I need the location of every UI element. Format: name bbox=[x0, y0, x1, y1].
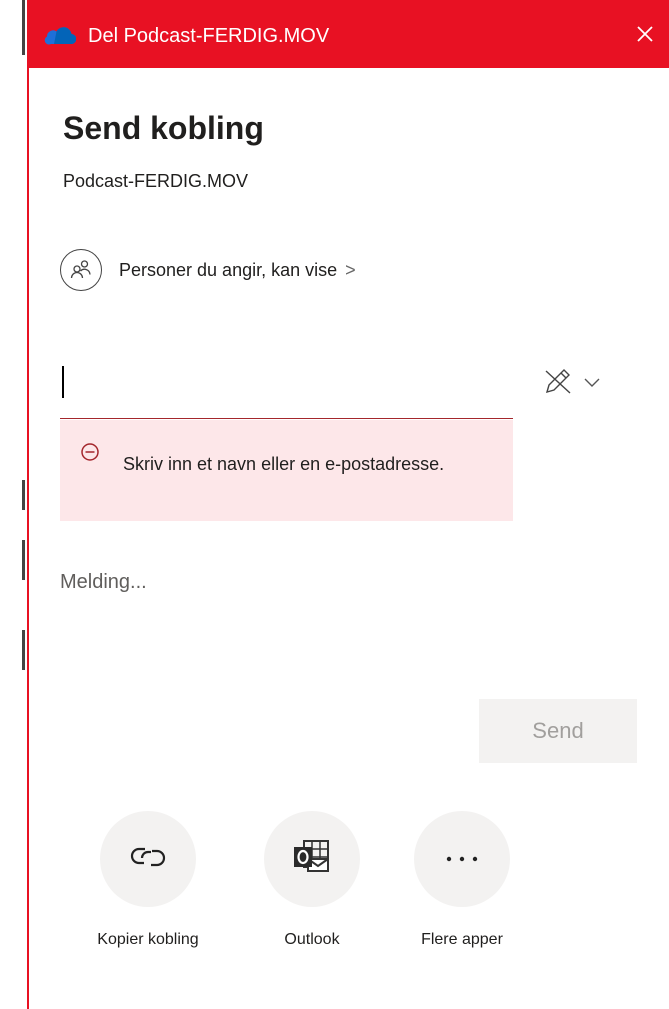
text-cursor bbox=[62, 366, 64, 398]
error-message: Skriv inn et navn eller en e-postadresse… bbox=[123, 454, 445, 474]
more-apps-button[interactable] bbox=[414, 811, 510, 907]
link-permission-setting[interactable]: Personer du angir, kan vise > bbox=[60, 249, 356, 291]
outlook-icon bbox=[292, 839, 332, 880]
close-button[interactable] bbox=[621, 16, 669, 56]
outlook-label: Outlook bbox=[284, 931, 340, 948]
window-title: Del Podcast-FERDIG.MOV bbox=[88, 25, 330, 47]
edge-mark bbox=[22, 540, 25, 580]
edge-mark bbox=[22, 630, 25, 670]
chevron-down-icon bbox=[583, 375, 601, 393]
message-input[interactable] bbox=[60, 562, 620, 602]
link-edit-dropdown[interactable] bbox=[543, 366, 601, 401]
more-apps-option[interactable]: Flere apper bbox=[392, 811, 532, 949]
onedrive-cloud-icon bbox=[42, 25, 77, 50]
window-border bbox=[27, 0, 29, 1009]
more-icon bbox=[444, 850, 480, 868]
link-icon bbox=[130, 843, 166, 876]
copy-link-button[interactable] bbox=[100, 811, 196, 907]
edge-mark bbox=[22, 480, 25, 510]
title-bar: Del Podcast-FERDIG.MOV bbox=[28, 0, 669, 68]
close-icon bbox=[636, 25, 654, 48]
background-window-edge bbox=[0, 0, 29, 1009]
copy-link-label: Kopier kobling bbox=[97, 931, 199, 948]
validation-error: Skriv inn et navn eller en e-postadresse… bbox=[60, 420, 513, 521]
outlook-option[interactable]: Outlook bbox=[242, 811, 382, 949]
people-icon bbox=[60, 249, 102, 291]
outlook-button[interactable] bbox=[264, 811, 360, 907]
chevron-right-icon: > bbox=[345, 259, 356, 280]
minus-circle-icon bbox=[80, 442, 100, 467]
dialog-heading: Send kobling bbox=[63, 110, 264, 146]
copy-link-option[interactable]: Kopier kobling bbox=[78, 811, 218, 949]
more-apps-label: Flere apper bbox=[421, 931, 503, 948]
send-button[interactable]: Send bbox=[479, 699, 637, 763]
pencil-edit-icon bbox=[543, 366, 573, 401]
recipient-input[interactable] bbox=[60, 360, 513, 419]
permission-label: Personer du angir, kan vise bbox=[119, 259, 338, 280]
edge-mark bbox=[22, 0, 25, 55]
file-name: Podcast-FERDIG.MOV bbox=[63, 171, 249, 191]
